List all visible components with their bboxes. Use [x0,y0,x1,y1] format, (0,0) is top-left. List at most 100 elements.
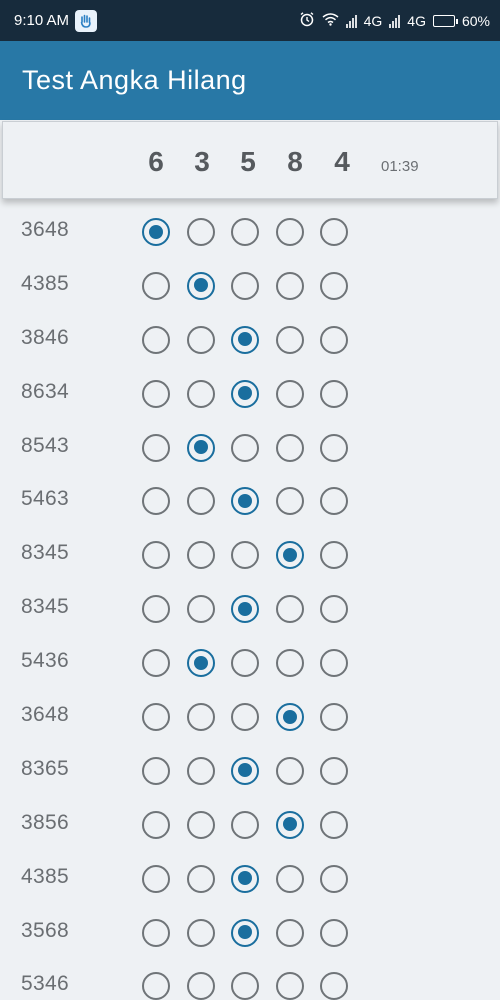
list-item: 8345 [0,582,500,636]
radio-option-3[interactable] [231,864,259,893]
row-number: 8345 [21,541,69,565]
radio-option-2[interactable] [187,810,215,839]
radio-option-2[interactable] [187,271,215,300]
radio-option-5[interactable] [320,918,348,947]
radio-option-5[interactable] [320,541,348,570]
radio-option-4[interactable] [276,918,304,947]
list-item: 8345 [0,528,500,582]
radio-option-3[interactable] [231,379,259,408]
radio-option-1[interactable] [142,756,170,785]
radio-option-3[interactable] [231,433,259,462]
radio-option-1[interactable] [142,703,170,732]
radio-option-1[interactable] [142,595,170,624]
radio-option-3[interactable] [231,649,259,678]
radio-option-4[interactable] [276,325,304,354]
radio-option-3[interactable] [231,810,259,839]
radio-option-3[interactable] [231,271,259,300]
radio-option-1[interactable] [142,864,170,893]
radio-option-4[interactable] [276,703,304,732]
timer: 01:39 [381,158,419,175]
radio-option-1[interactable] [142,810,170,839]
radio-option-4[interactable] [276,487,304,516]
radio-option-2[interactable] [187,379,215,408]
radio-option-2[interactable] [187,595,215,624]
radio-option-5[interactable] [320,433,348,462]
radio-option-2[interactable] [187,918,215,947]
radio-option-4[interactable] [276,972,304,1000]
radio-option-2[interactable] [187,218,215,246]
target-panel: 6 3 5 8 4 01:39 [2,121,498,199]
radio-option-2[interactable] [187,972,215,1000]
list-item: 8634 [0,367,500,421]
radio-option-4[interactable] [276,864,304,893]
list-item: 3648 [0,205,500,259]
radio-option-4[interactable] [276,595,304,624]
radio-option-3[interactable] [231,218,259,246]
radio-option-4[interactable] [276,810,304,839]
radio-option-5[interactable] [320,756,348,785]
app-bar: Test Angka Hilang [0,41,500,120]
radio-option-1[interactable] [142,918,170,947]
radio-option-5[interactable] [320,325,348,354]
radio-option-4[interactable] [276,218,304,246]
page-title: Test Angka Hilang [22,65,247,95]
row-number: 3648 [21,218,69,241]
radio-option-2[interactable] [187,487,215,516]
list-item: 4385 [0,259,500,313]
radio-option-5[interactable] [320,649,348,678]
radio-option-3[interactable] [231,756,259,785]
radio-option-2[interactable] [187,649,215,678]
list-item: 3856 [0,798,500,852]
row-number: 3856 [21,810,69,834]
radio-option-5[interactable] [320,810,348,839]
radio-option-2[interactable] [187,864,215,893]
network-label-1: 4G [363,12,383,29]
radio-option-5[interactable] [320,864,348,893]
radio-option-2[interactable] [187,756,215,785]
radio-option-3[interactable] [231,918,259,947]
wifi-icon [322,12,339,29]
radio-option-5[interactable] [320,972,348,1000]
row-number: 8634 [21,379,69,403]
radio-option-3[interactable] [231,972,259,1000]
radio-option-3[interactable] [231,595,259,624]
list-item: 3648 [0,690,500,744]
radio-option-5[interactable] [320,703,348,732]
radio-option-4[interactable] [276,649,304,678]
radio-option-2[interactable] [187,433,215,462]
radio-option-4[interactable] [276,433,304,462]
radio-option-5[interactable] [320,218,348,246]
target-digit: 5 [240,146,256,177]
row-number: 8365 [21,756,69,780]
row-number: 5436 [21,649,69,673]
radio-option-1[interactable] [142,325,170,354]
radio-option-4[interactable] [276,541,304,570]
radio-option-4[interactable] [276,379,304,408]
radio-option-1[interactable] [142,271,170,300]
radio-option-3[interactable] [231,325,259,354]
radio-option-1[interactable] [142,433,170,462]
radio-option-1[interactable] [142,379,170,408]
radio-option-1[interactable] [142,487,170,516]
battery-percent: 60% [461,12,490,29]
radio-option-4[interactable] [276,271,304,300]
radio-option-2[interactable] [187,541,215,570]
row-number: 8543 [21,433,69,457]
radio-option-1[interactable] [142,218,170,246]
radio-option-1[interactable] [142,649,170,678]
radio-option-3[interactable] [231,541,259,570]
row-number: 3846 [21,325,69,349]
radio-option-3[interactable] [231,487,259,516]
radio-option-5[interactable] [320,487,348,516]
row-number: 5346 [21,972,69,996]
radio-option-5[interactable] [320,595,348,624]
radio-option-1[interactable] [142,972,170,1000]
radio-option-4[interactable] [276,756,304,785]
radio-option-1[interactable] [142,541,170,570]
radio-option-2[interactable] [187,703,215,732]
radio-option-2[interactable] [187,325,215,354]
radio-option-3[interactable] [231,703,259,732]
radio-option-5[interactable] [320,379,348,408]
radio-option-5[interactable] [320,271,348,300]
status-left: 9:10 AM [14,9,98,32]
